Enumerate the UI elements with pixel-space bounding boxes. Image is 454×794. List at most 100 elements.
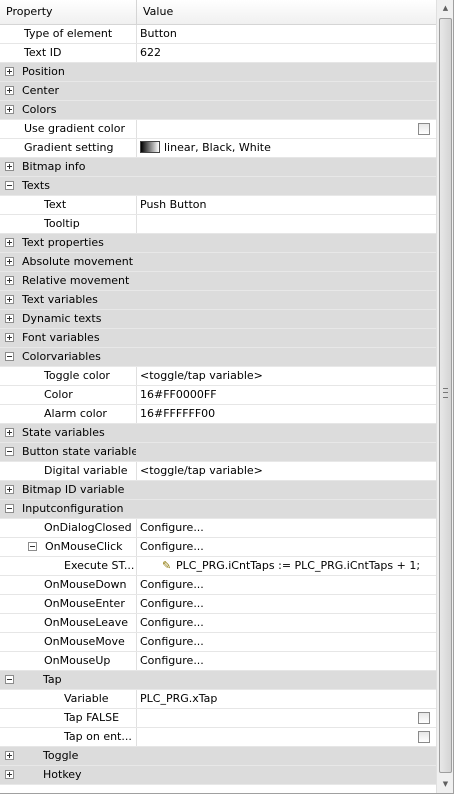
- category-row[interactable]: State variables: [0, 424, 436, 443]
- property-row[interactable]: OnMouseDown Configure...: [0, 576, 436, 595]
- property-row[interactable]: OnMouseLeave Configure...: [0, 614, 436, 633]
- property-row[interactable]: Execute ST... ✎ PLC_PRG.iCntTaps := PLC_PR…: [0, 557, 436, 576]
- property-value: 16#FF0000FF: [140, 388, 217, 401]
- property-row[interactable]: OnMouseEnter Configure...: [0, 595, 436, 614]
- collapse-minus-icon[interactable]: [5, 352, 14, 361]
- property-value-cell[interactable]: <toggle/tap variable>: [137, 462, 436, 480]
- property-value-cell[interactable]: 16#FFFFFF00: [137, 405, 436, 423]
- expand-plus-icon[interactable]: [5, 333, 14, 342]
- checkbox[interactable]: [418, 712, 430, 724]
- property-row[interactable]: OnMouseUp Configure...: [0, 652, 436, 671]
- property-row[interactable]: Use gradient color: [0, 120, 436, 139]
- expand-plus-icon[interactable]: [5, 86, 14, 95]
- property-name-cell: State variables: [0, 424, 136, 442]
- property-value-cell[interactable]: Configure...: [137, 614, 436, 632]
- vertical-scrollbar[interactable]: ▲ ▼: [436, 0, 453, 793]
- property-value-cell[interactable]: [137, 728, 436, 746]
- category-row[interactable]: Colorvariables: [0, 348, 436, 367]
- category-row[interactable]: Font variables: [0, 329, 436, 348]
- expand-plus-icon[interactable]: [5, 428, 14, 437]
- property-label: Execute ST...: [64, 559, 135, 572]
- category-row[interactable]: Relative movement: [0, 272, 436, 291]
- property-column-header[interactable]: Property: [0, 0, 137, 24]
- category-row[interactable]: Bitmap ID variable: [0, 481, 436, 500]
- category-row[interactable]: Toggle: [0, 747, 436, 766]
- expand-plus-icon[interactable]: [5, 276, 14, 285]
- property-row[interactable]: OnMouseMove Configure...: [0, 633, 436, 652]
- property-value-cell[interactable]: 16#FF0000FF: [137, 386, 436, 404]
- category-row[interactable]: Center: [0, 82, 436, 101]
- property-row[interactable]: Color 16#FF0000FF: [0, 386, 436, 405]
- expand-plus-icon[interactable]: [5, 295, 14, 304]
- property-row[interactable]: Tap FALSE: [0, 709, 436, 728]
- property-value-cell[interactable]: Configure...: [137, 633, 436, 651]
- property-label: Tooltip: [44, 217, 80, 230]
- property-value-cell[interactable]: [137, 215, 436, 233]
- property-value-cell[interactable]: PLC_PRG.xTap: [137, 690, 436, 708]
- property-row[interactable]: Digital variable <toggle/tap variable>: [0, 462, 436, 481]
- category-row[interactable]: Bitmap info: [0, 158, 436, 177]
- property-value-cell[interactable]: [137, 120, 436, 138]
- property-value-cell[interactable]: [137, 709, 436, 727]
- scrollbar-thumb[interactable]: [439, 18, 452, 773]
- category-row[interactable]: Text variables: [0, 291, 436, 310]
- checkbox[interactable]: [418, 123, 430, 135]
- property-name-cell: Toggle: [0, 747, 136, 765]
- category-row[interactable]: Absolute movement: [0, 253, 436, 272]
- property-value-cell[interactable]: Configure...: [137, 595, 436, 613]
- checkbox[interactable]: [418, 731, 430, 743]
- expand-plus-icon[interactable]: [5, 770, 14, 779]
- property-row[interactable]: OnDialogClosed Configure...: [0, 519, 436, 538]
- expand-plus-icon[interactable]: [5, 162, 14, 171]
- category-row[interactable]: Dynamic texts: [0, 310, 436, 329]
- property-row[interactable]: Alarm color 16#FFFFFF00: [0, 405, 436, 424]
- property-name-cell: Bitmap info: [0, 158, 136, 176]
- collapse-minus-icon[interactable]: [5, 504, 14, 513]
- property-value-cell[interactable]: Configure...: [137, 652, 436, 670]
- category-row[interactable]: Button state variable: [0, 443, 436, 462]
- collapse-minus-icon[interactable]: [28, 542, 37, 551]
- expand-plus-icon[interactable]: [5, 105, 14, 114]
- property-name-cell: Tap on ent...: [0, 728, 137, 746]
- property-row[interactable]: Text Push Button: [0, 196, 436, 215]
- expand-plus-icon[interactable]: [5, 238, 14, 247]
- property-row[interactable]: OnMouseClick Configure...: [0, 538, 436, 557]
- property-row[interactable]: Type of element Button: [0, 25, 436, 44]
- expand-plus-icon[interactable]: [5, 485, 14, 494]
- scroll-up-icon[interactable]: ▲: [438, 0, 453, 17]
- property-value-cell: [137, 671, 436, 689]
- category-row[interactable]: Tap: [0, 671, 436, 690]
- property-value-cell[interactable]: ✎ PLC_PRG.iCntTaps := PLC_PRG.iCntTaps + …: [137, 557, 436, 575]
- collapse-minus-icon[interactable]: [5, 181, 14, 190]
- property-value-cell[interactable]: linear, Black, White: [137, 139, 436, 157]
- property-row[interactable]: Toggle color <toggle/tap variable>: [0, 367, 436, 386]
- property-row[interactable]: Text ID 622: [0, 44, 436, 63]
- property-name-cell: Text variables: [0, 291, 136, 309]
- scroll-down-icon[interactable]: ▼: [438, 776, 453, 793]
- property-value-cell[interactable]: 622: [137, 44, 436, 62]
- property-value-cell[interactable]: Push Button: [137, 196, 436, 214]
- category-row[interactable]: Position: [0, 63, 436, 82]
- expand-plus-icon[interactable]: [5, 257, 14, 266]
- category-row[interactable]: Inputconfiguration: [0, 500, 436, 519]
- category-row[interactable]: Hotkey: [0, 766, 436, 785]
- collapse-minus-icon[interactable]: [5, 447, 14, 456]
- property-value-cell[interactable]: Button: [137, 25, 436, 43]
- property-value-cell[interactable]: <toggle/tap variable>: [137, 367, 436, 385]
- category-row[interactable]: Texts: [0, 177, 436, 196]
- property-row[interactable]: Gradient setting linear, Black, White: [0, 139, 436, 158]
- value-column-header[interactable]: Value: [137, 0, 436, 24]
- expand-plus-icon[interactable]: [5, 314, 14, 323]
- property-value-cell[interactable]: Configure...: [137, 519, 436, 537]
- property-name-cell: Font variables: [0, 329, 136, 347]
- property-value-cell[interactable]: Configure...: [137, 538, 436, 556]
- property-value-cell[interactable]: Configure...: [137, 576, 436, 594]
- property-row[interactable]: Tooltip: [0, 215, 436, 234]
- expand-plus-icon[interactable]: [5, 67, 14, 76]
- expand-plus-icon[interactable]: [5, 751, 14, 760]
- collapse-minus-icon[interactable]: [5, 675, 14, 684]
- property-row[interactable]: Tap on ent...: [0, 728, 436, 747]
- category-row[interactable]: Colors: [0, 101, 436, 120]
- property-row[interactable]: Variable PLC_PRG.xTap: [0, 690, 436, 709]
- category-row[interactable]: Text properties: [0, 234, 436, 253]
